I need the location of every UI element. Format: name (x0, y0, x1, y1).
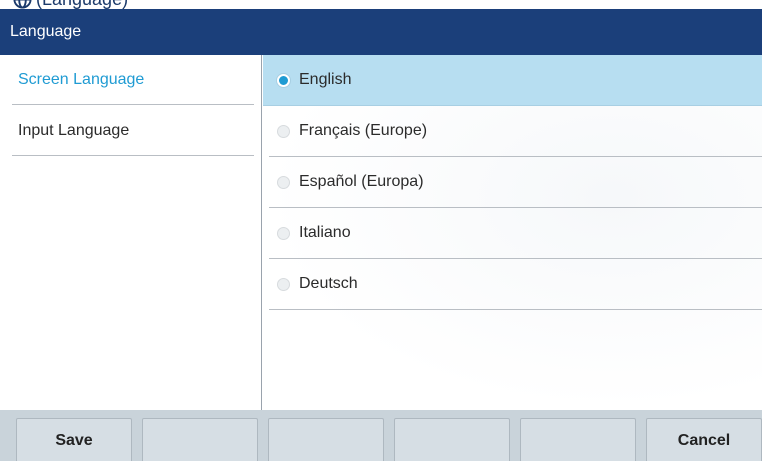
option-label: Español (Europa) (299, 173, 424, 190)
radio-unselected-icon (277, 125, 290, 138)
window-title: Language (10, 23, 82, 40)
globe-icon (13, 0, 32, 9)
softkey-label: Cancel (677, 432, 731, 449)
menu-item-input-language[interactable]: Input Language (12, 106, 254, 156)
radio-unselected-icon (277, 278, 290, 291)
radio-unselected-icon (277, 176, 290, 189)
caption-text: (Language) (36, 0, 128, 9)
radio-selected-icon (277, 74, 290, 87)
menu-item-label: Screen Language (18, 71, 145, 88)
page-caption: (Language) (0, 0, 762, 9)
option-english[interactable]: English (263, 55, 762, 106)
cancel-button[interactable]: Cancel (646, 418, 762, 461)
option-italiano[interactable]: Italiano (269, 208, 762, 259)
radio-unselected-icon (277, 227, 290, 240)
option-francais[interactable]: Français (Europe) (269, 106, 762, 157)
title-bar: Language (0, 9, 762, 55)
option-deutsch[interactable]: Deutsch (269, 259, 762, 310)
menu-item-label: Input Language (18, 122, 130, 139)
softkey-4-button[interactable] (394, 418, 510, 461)
option-label: Français (Europe) (299, 122, 428, 139)
softkey-bar: Save Cancel (0, 410, 762, 461)
option-label: English (299, 71, 352, 88)
softkey-label: Save (55, 432, 93, 449)
menu-item-screen-language[interactable]: Screen Language (12, 55, 254, 105)
save-button[interactable]: Save (16, 418, 132, 461)
option-espanol[interactable]: Español (Europa) (269, 157, 762, 208)
language-options-list: English Français (Europe) Español (Europ… (263, 55, 762, 410)
option-label: Deutsch (299, 275, 358, 292)
softkey-3-button[interactable] (268, 418, 384, 461)
softkey-2-button[interactable] (142, 418, 258, 461)
language-category-menu: Screen Language Input Language (0, 55, 262, 410)
option-label: Italiano (299, 224, 351, 241)
softkey-5-button[interactable] (520, 418, 636, 461)
